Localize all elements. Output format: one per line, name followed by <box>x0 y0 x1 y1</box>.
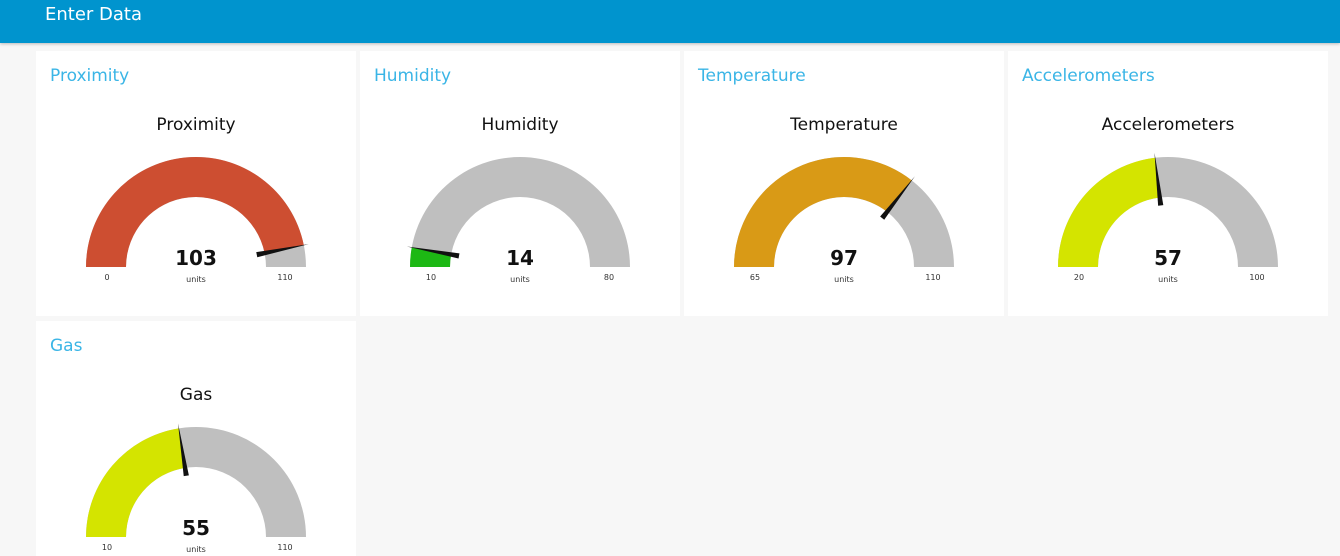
gauge-units: units <box>186 275 206 284</box>
gauge-max: 80 <box>604 273 614 282</box>
gauge-units: units <box>834 275 854 284</box>
group-temperature: Temperature Temperature 97 units 65 110 <box>684 51 1004 316</box>
gauge-proximity: Proximity 103 units 0 110 <box>86 115 309 284</box>
group-humidity: Humidity Humidity 14 units 10 80 <box>360 51 680 316</box>
gauge-label: Gas <box>180 385 213 405</box>
gauge-label: Proximity <box>156 115 235 135</box>
gauge-max: 110 <box>277 543 292 552</box>
gauge-value: 14 <box>506 246 534 270</box>
gauge-accelerometers: Accelerometers 57 units 20 100 <box>1058 115 1278 284</box>
gauge-min: 20 <box>1074 273 1084 282</box>
group-accelerometers: Accelerometers Accelerometers 57 units 2… <box>1008 51 1328 316</box>
toolbar: Enter Data <box>0 0 1340 43</box>
gauge-humidity: Humidity 14 units 10 80 <box>406 115 630 284</box>
gauge-units: units <box>510 275 530 284</box>
gauge-label: Humidity <box>481 115 558 135</box>
gauge-value-arc <box>1058 157 1160 267</box>
gauge-min: 65 <box>750 273 760 282</box>
gauge-max: 110 <box>925 273 940 282</box>
gauge-value: 103 <box>175 246 217 270</box>
gauge-units: units <box>186 545 206 554</box>
group-gas: Gas Gas 55 units 10 110 <box>36 321 356 556</box>
gauge-min: 0 <box>104 273 109 282</box>
gauge-max: 100 <box>1249 273 1264 282</box>
gauge-min: 10 <box>426 273 436 282</box>
gauge-units: units <box>1158 275 1178 284</box>
gauge-min: 10 <box>102 543 112 552</box>
gauge-value: 97 <box>830 246 858 270</box>
gauge-label: Accelerometers <box>1102 115 1235 135</box>
gauge-max: 110 <box>277 273 292 282</box>
gauge-value: 57 <box>1154 246 1182 270</box>
page-title: Enter Data <box>45 4 143 25</box>
group-proximity: Proximity Proximity 103 units 0 110 <box>36 51 356 316</box>
gauge-temperature: Temperature 97 units 65 110 <box>734 115 954 284</box>
gauge-value-arc <box>86 428 186 537</box>
gauge-value: 55 <box>182 516 210 540</box>
gauge-gas: Gas 55 units 10 110 <box>86 385 306 554</box>
gauge-label: Temperature <box>789 115 898 135</box>
